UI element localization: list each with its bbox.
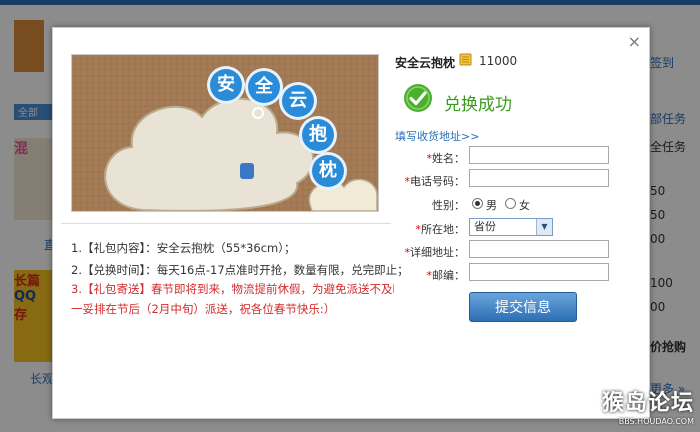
prize-image: 安 全 云 抱 枕 <box>71 54 379 212</box>
exchange-dialog: × 安 全 云 抱 枕 1.【礼包内容】：安全云抱枕（55*36cm）； 2.【… <box>52 27 650 419</box>
info-line-3: 3.【礼包寄送】春节即将到来，物流提前休假，为避免派送不及时造 <box>71 282 394 296</box>
zip-input[interactable] <box>469 263 609 281</box>
watermark-title: 猴岛论坛 <box>601 391 694 416</box>
info-line-1: 1.【礼包内容】：安全云抱枕（55*36cm）； <box>71 241 296 255</box>
gender-female-label: 女 <box>519 199 530 212</box>
success-check-icon <box>404 84 432 112</box>
coin-cost: 11000 <box>479 54 518 68</box>
fill-address-link[interactable]: 填写收货地址>> <box>395 128 479 144</box>
address-input[interactable] <box>469 240 609 258</box>
logo-shield <box>240 163 254 179</box>
info-line-4: 一妥排在节后（2月中旬）派送，祝各位春节快乐:） <box>71 302 336 316</box>
image-text-1: 安 <box>210 69 242 101</box>
address-label: *详细地址： <box>404 246 466 259</box>
image-text-3: 云 <box>282 85 314 117</box>
zip-label: *邮编： <box>426 269 466 282</box>
coin-icon <box>459 53 472 66</box>
name-label: *姓名： <box>426 152 466 165</box>
image-text-2: 全 <box>248 71 280 103</box>
gender-female-radio[interactable] <box>505 198 516 209</box>
submit-button[interactable]: 提交信息 <box>469 292 577 322</box>
product-name: 安全云抱枕 <box>395 56 456 70</box>
province-select[interactable]: 省份 ▼ <box>469 218 553 236</box>
gender-label: 性别： <box>432 199 465 212</box>
image-text-5: 枕 <box>312 155 344 187</box>
info-divider <box>61 223 391 224</box>
forum-watermark: 猴岛论坛 BBS.HOUDAO.COM <box>602 385 694 426</box>
info-line-2: 2.【兑换时间】：每天16点-17点准时开抢，数量有限，兑完即止； <box>71 263 409 277</box>
phone-input[interactable] <box>469 169 609 187</box>
name-input[interactable] <box>469 146 609 164</box>
exchange-panel: 安全云抱枕 11000 兑换成功 填写收货地址>> *姓名： *电话号码： 性别… <box>395 28 645 418</box>
image-text-4: 抱 <box>302 119 334 151</box>
gender-male-label: 男 <box>486 199 497 212</box>
location-label: *所在地： <box>415 223 466 236</box>
success-message: 兑换成功 <box>444 95 512 115</box>
chevron-down-icon: ▼ <box>536 219 552 235</box>
phone-label: *电话号码： <box>404 175 466 188</box>
gender-male-radio[interactable] <box>472 198 483 209</box>
watermark-url: BBS.HOUDAO.COM <box>618 417 694 426</box>
